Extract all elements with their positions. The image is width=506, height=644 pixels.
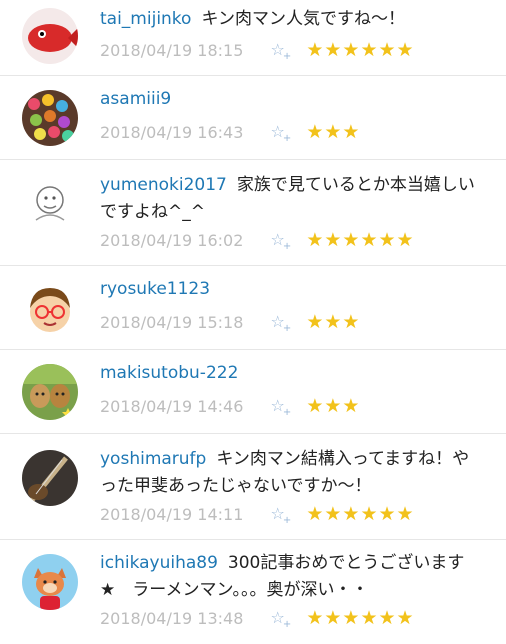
star-rating: ★★★★★★ — [306, 503, 415, 525]
dogs-icon — [22, 364, 78, 420]
star-rating: ★★★ — [306, 121, 361, 143]
glasses-boy-icon — [22, 280, 78, 336]
sketch-sheep-icon — [22, 176, 78, 232]
add-star-icon[interactable]: ☆+ — [271, 394, 294, 425]
user-avatar[interactable] — [22, 364, 78, 420]
comment-timestamp: 2018/04/19 13:48 — [100, 609, 244, 628]
comment-username[interactable]: yoshimarufp — [100, 449, 206, 469]
add-star-icon[interactable]: ☆+ — [271, 228, 294, 259]
comment-username[interactable]: ryosuke1123 — [100, 279, 210, 299]
comment-line: yumenoki2017 家族で見ているとか本当嬉しいですよね^_^ — [100, 172, 478, 226]
comment-timestamp: 2018/04/19 15:18 — [100, 313, 244, 332]
comment-item: yoshimarufp キン肉マン結構入ってますね！やった甲斐あったじゃないですか… — [0, 434, 506, 540]
star-rating: ★★★★★★ — [306, 229, 415, 251]
comment-meta: 2018/04/19 16:43 ☆+ ★★★ — [100, 120, 360, 144]
comment-username[interactable]: tai_mijinko — [100, 9, 191, 29]
comment-line: tai_mijinko キン肉マン人気ですね〜！ — [100, 6, 478, 33]
comment-username[interactable]: asamiii9 — [100, 89, 171, 109]
comment-line: asamiii9 — [100, 86, 478, 113]
comment-meta: 2018/04/19 14:11 ☆+ ★★★★★★ — [100, 502, 415, 526]
comment-timestamp: 2018/04/19 14:11 — [100, 505, 244, 524]
user-avatar[interactable] — [22, 554, 78, 610]
comment-item: tai_mijinko キン肉マン人気ですね〜！ 2018/04/19 18:15… — [0, 0, 506, 76]
colorful-beads-icon — [22, 90, 78, 146]
comment-timestamp: 2018/04/19 18:15 — [100, 41, 244, 60]
comment-meta: 2018/04/19 13:48 ☆+ ★★★★★★ — [100, 606, 415, 630]
user-avatar[interactable] — [22, 450, 78, 506]
star-rating: ★★★ — [306, 395, 361, 417]
comment-list: tai_mijinko キン肉マン人気ですね〜！ 2018/04/19 18:15… — [0, 0, 506, 644]
add-star-icon[interactable]: ☆+ — [271, 606, 294, 637]
comment-item: makisutobu-222 2018/04/19 14:46 ☆+ ★★★ — [0, 350, 506, 434]
comment-timestamp: 2018/04/19 16:02 — [100, 231, 244, 250]
user-avatar[interactable] — [22, 280, 78, 336]
comment-username[interactable]: makisutobu-222 — [100, 363, 238, 383]
comment-username[interactable]: ichikayuiha89 — [100, 553, 218, 573]
comment-meta: 2018/04/19 15:18 ☆+ ★★★ — [100, 310, 360, 334]
comment-username[interactable]: yumenoki2017 — [100, 175, 227, 195]
comment-meta: 2018/04/19 14:46 ☆+ ★★★ — [100, 394, 360, 418]
user-avatar[interactable] — [22, 8, 78, 64]
red-fish-icon — [22, 8, 78, 64]
star-rating: ★★★★★★ — [306, 39, 415, 61]
fox-mascot-icon — [22, 554, 78, 610]
comment-timestamp: 2018/04/19 14:46 — [100, 397, 244, 416]
comment-item: ryosuke1123 2018/04/19 15:18 ☆+ ★★★ — [0, 266, 506, 350]
add-star-icon[interactable]: ☆+ — [271, 38, 294, 69]
add-star-icon[interactable]: ☆+ — [271, 310, 294, 341]
comment-item: ichikayuiha89 300記事おめでとうございます★ ラーメンマン。。。奥… — [0, 540, 506, 644]
comment-timestamp: 2018/04/19 16:43 — [100, 123, 244, 142]
comment-meta: 2018/04/19 18:15 ☆+ ★★★★★★ — [100, 38, 415, 62]
guitar-icon — [22, 450, 78, 506]
star-rating: ★★★★★★ — [306, 607, 415, 629]
comment-item: asamiii9 2018/04/19 16:43 ☆+ ★★★ — [0, 76, 506, 160]
comment-line: yoshimarufp キン肉マン結構入ってますね！やった甲斐あったじゃないですか… — [100, 446, 478, 500]
add-star-icon[interactable]: ☆+ — [271, 502, 294, 533]
user-avatar[interactable] — [22, 90, 78, 146]
comment-line: makisutobu-222 — [100, 360, 478, 387]
comment-text: キン肉マン人気ですね〜！ — [201, 9, 405, 29]
comment-meta: 2018/04/19 16:02 ☆+ ★★★★★★ — [100, 228, 415, 252]
comment-line: ichikayuiha89 300記事おめでとうございます★ ラーメンマン。。。奥… — [100, 550, 478, 604]
star-rating: ★★★ — [306, 311, 361, 333]
comment-line: ryosuke1123 — [100, 276, 478, 303]
user-avatar[interactable] — [22, 176, 78, 232]
add-star-icon[interactable]: ☆+ — [271, 120, 294, 151]
comment-item: yumenoki2017 家族で見ているとか本当嬉しいですよね^_^ 2018/0… — [0, 160, 506, 266]
